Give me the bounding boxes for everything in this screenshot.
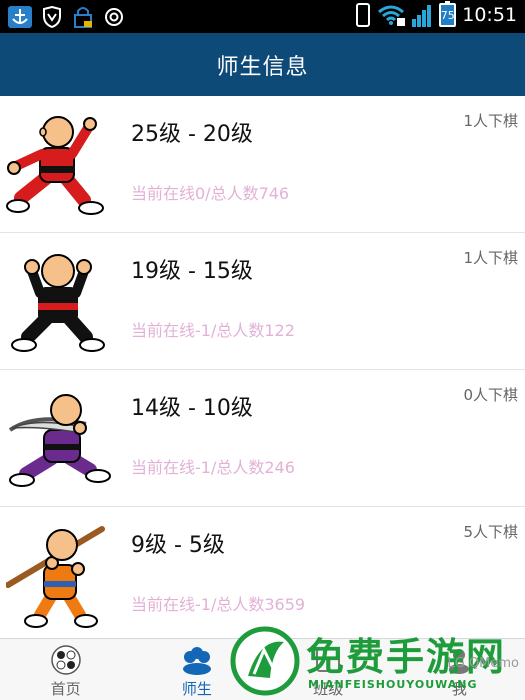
target-icon (105, 8, 123, 26)
phone-icon (356, 3, 371, 27)
tab-label: 首页 (50, 680, 81, 698)
level-row[interactable]: 19级 - 15级 当前在线-1/总人数122 1人下棋 (0, 233, 525, 370)
shield-icon (43, 6, 61, 28)
level-title: 19级 - 15级 (131, 259, 253, 284)
online-count: 当前在线-1/总人数246 (131, 458, 295, 477)
watermark-subtext: MIANFEISHOUYOUWANG (308, 678, 478, 691)
online-count: 当前在线-1/总人数3659 (131, 595, 306, 614)
watermark-badge: LG QMemo (447, 656, 519, 671)
kungfu-figure-purple-icon (8, 394, 111, 487)
level-row[interactable]: 14级 - 10级 当前在线-1/总人数246 0人下棋 (0, 370, 525, 507)
tab-home[interactable]: 首页 (0, 639, 131, 700)
go-stones-icon (50, 645, 81, 675)
level-title: 25级 - 20级 (131, 122, 253, 147)
app-header: 师生信息 (0, 33, 525, 96)
signal-icon (412, 5, 432, 27)
level-list: 25级 - 20级 当前在线0/总人数746 1人下棋 19级 - 15级 当前… (0, 96, 525, 644)
online-count: 当前在线-1/总人数122 (131, 321, 295, 340)
lock-box-icon (74, 7, 92, 28)
status-bar: 75 10:51 (0, 0, 525, 33)
playing-count: 5人下棋 (463, 523, 518, 541)
clock: 10:51 (462, 4, 517, 26)
level-title: 14级 - 10级 (131, 396, 253, 421)
playing-count: 1人下棋 (463, 112, 518, 130)
watermark-logo-icon (230, 626, 300, 696)
kungfu-figure-red-icon (6, 116, 104, 215)
online-count: 当前在线0/总人数746 (131, 184, 290, 203)
battery-icon: 75 (439, 1, 457, 27)
watermark-text: 免费手游网 (306, 635, 507, 679)
kungfu-figure-black-icon (11, 254, 105, 352)
wifi-icon (378, 5, 406, 26)
playing-count: 0人下棋 (463, 386, 518, 404)
page-title: 师生信息 (216, 54, 309, 80)
level-title: 9级 - 5级 (131, 533, 225, 558)
level-row[interactable]: 25级 - 20级 当前在线0/总人数746 1人下棋 (0, 96, 525, 233)
tab-label: 师生 (181, 680, 212, 698)
watermark: 免费手游网 MIANFEISHOUYOUWANG LG QMemo (230, 622, 525, 700)
group-icon (182, 647, 211, 675)
anchor-icon (8, 6, 32, 28)
playing-count: 1人下棋 (463, 249, 518, 267)
kungfu-figure-orange-icon (6, 526, 105, 628)
